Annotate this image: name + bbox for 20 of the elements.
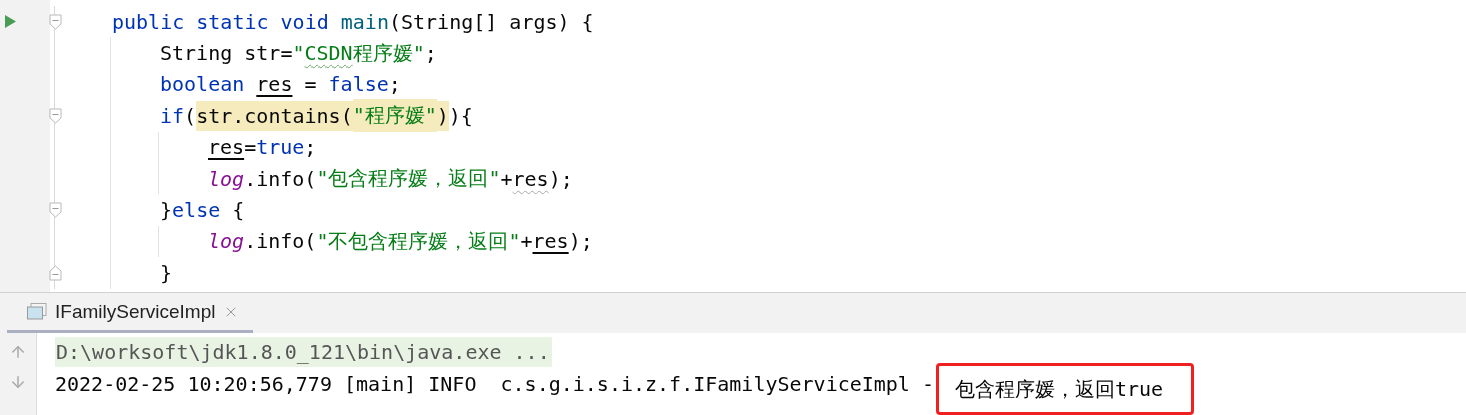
run-icon[interactable] xyxy=(5,15,16,29)
code-line: boolean res = false; xyxy=(159,71,401,99)
down-arrow-icon[interactable] xyxy=(9,373,27,391)
log-message: 包含程序媛，返回true xyxy=(955,375,1164,403)
code-line: public static void main(String[] args) { xyxy=(111,8,594,36)
code-line: }else { xyxy=(159,197,245,225)
code-line: log.info("包含程序媛，返回"+res); xyxy=(207,165,573,193)
code-line: } xyxy=(159,259,173,287)
code-line: String str="CSDN程序媛"; xyxy=(159,39,437,68)
fold-icon[interactable] xyxy=(48,13,62,30)
console-tab[interactable]: IFamilyServiceImpl xyxy=(7,293,254,333)
code-line: if(str.contains("程序媛")){ xyxy=(158,100,473,132)
fold-icon[interactable] xyxy=(48,202,62,219)
log-line: 2022-02-25 10:20:56,779 [main] INFO c.s.g.i.s.i.z.f.IFamilyServiceImpl - xyxy=(55,372,934,396)
console-command: D:\worksoft\jdk1.8.0_121\bin\java.exe ... xyxy=(55,337,552,367)
fold-icon[interactable] xyxy=(48,264,62,281)
code-line: res=true; xyxy=(207,134,317,162)
fold-icon[interactable] xyxy=(48,107,62,124)
code-line: log.info("不包含程序媛，返回"+res); xyxy=(207,227,593,256)
console-icon xyxy=(27,303,47,320)
